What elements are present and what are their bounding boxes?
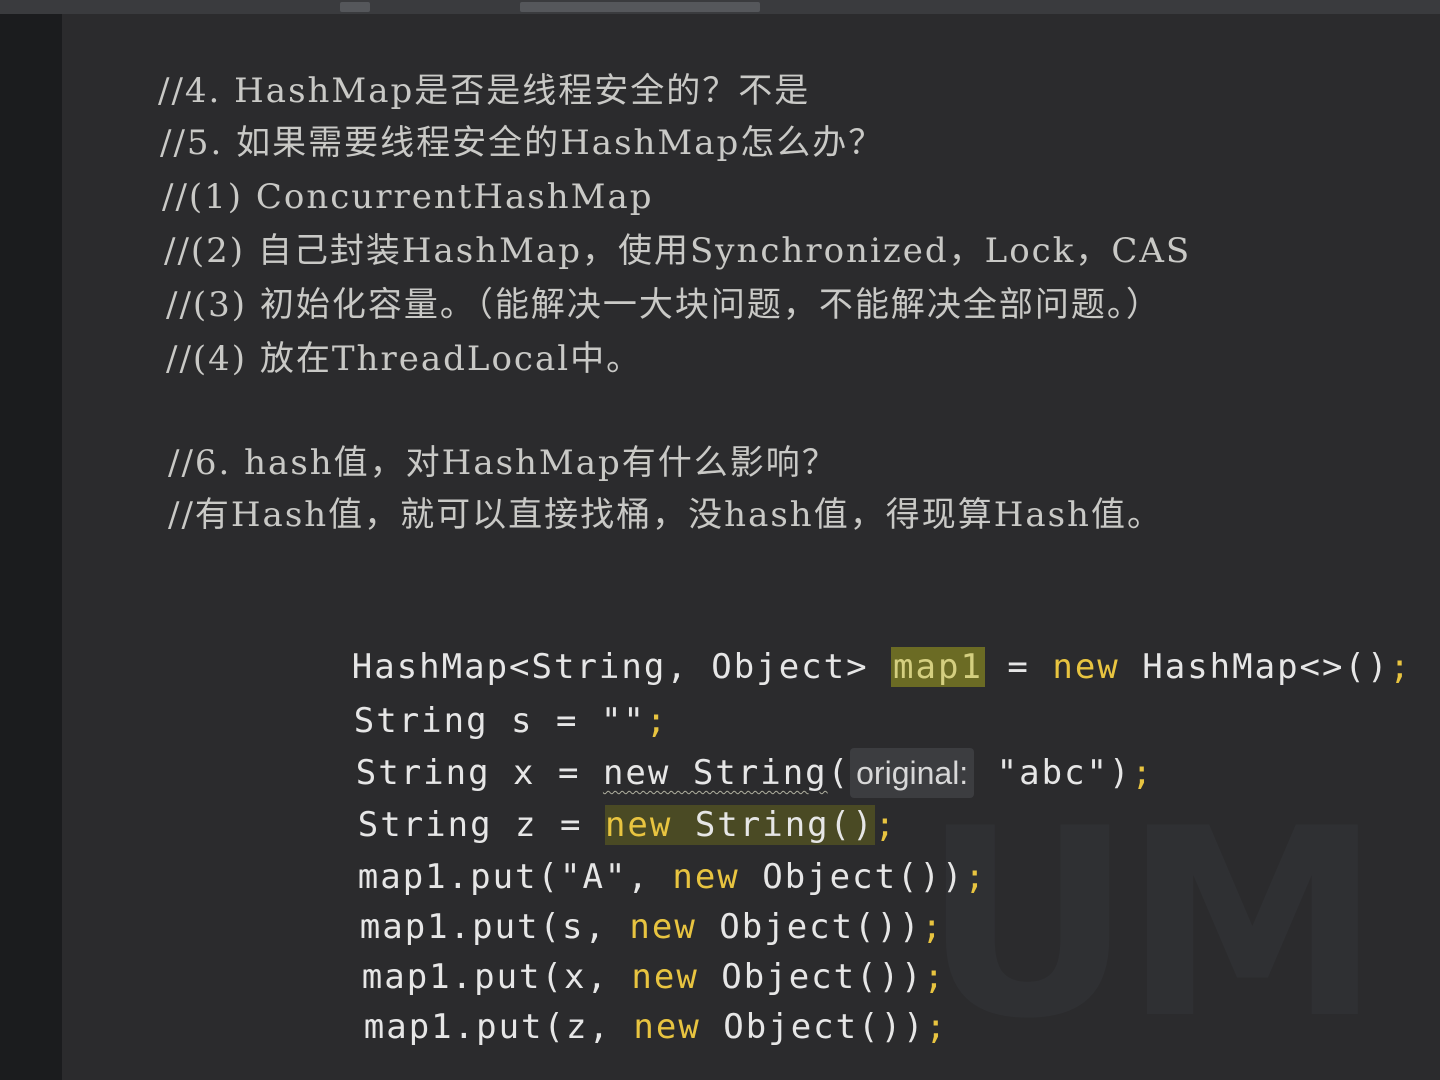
ide-screen: UM //4. HashMap是否是线程安全的？不是 //5. 如果需要线程安全… bbox=[0, 0, 1440, 1080]
code-token: = bbox=[984, 647, 1053, 687]
comment-line: //6. hash值，对HashMap有什么影响？ bbox=[168, 443, 838, 483]
highlighted-variable[interactable]: map1 bbox=[891, 647, 985, 687]
code-token: HashMap<>() bbox=[1119, 647, 1390, 687]
comment-line: //(2) 自己封装HashMap，使用Synchronized，Lock，CA… bbox=[164, 231, 1192, 271]
keyword: new bbox=[1052, 647, 1120, 687]
background-logo: UM bbox=[922, 774, 1382, 1076]
comment-line: //(4) 放在ThreadLocal中。 bbox=[166, 339, 643, 379]
comment-line: //(1) ConcurrentHashMap bbox=[162, 177, 654, 217]
keyword: new bbox=[633, 1007, 701, 1047]
code-token: Object()) bbox=[700, 1007, 926, 1047]
code-line: map1.put(z, new Object()); bbox=[184, 952, 948, 1047]
code-line: map1.put(s, new Object()); bbox=[180, 852, 944, 947]
string-literal: "abc") bbox=[974, 753, 1132, 793]
code-line: map1.put(x, new Object()); bbox=[182, 902, 946, 997]
comment-line: //有Hash值，就可以直接找桶，没hash值，得现算Hash值。 bbox=[168, 495, 1163, 535]
code-area[interactable]: //4. HashMap是否是线程安全的？不是 //5. 如果需要线程安全的Ha… bbox=[62, 14, 1410, 1047]
code-line: String x = new String(original: "abc"); bbox=[176, 698, 1154, 798]
comment-line: //(3) 初始化容量。（能解决一大块问题，不能解决全部问题。） bbox=[166, 285, 1162, 325]
line-gutter bbox=[0, 14, 62, 1080]
comment-line: //4. HashMap是否是线程安全的？不是 bbox=[158, 71, 811, 111]
code-line: HashMap<String, Object> map1 = new HashM… bbox=[172, 592, 1412, 687]
code-token: map1.put(z, bbox=[363, 1007, 634, 1047]
code-line: String z = new String(); bbox=[178, 750, 897, 845]
semicolon: ; bbox=[964, 857, 987, 897]
editor-tab-strip bbox=[0, 0, 1440, 15]
comment-line: //5. 如果需要线程安全的HashMap怎么办？ bbox=[160, 123, 885, 163]
code-editor[interactable]: UM //4. HashMap是否是线程安全的？不是 //5. 如果需要线程安全… bbox=[62, 14, 1440, 1080]
tab[interactable] bbox=[520, 2, 760, 12]
semicolon: ; bbox=[1389, 647, 1412, 687]
semicolon: ; bbox=[925, 1007, 949, 1047]
code-line: map1.put("A", new Object()); bbox=[178, 802, 987, 897]
code-line: String s = ""; bbox=[174, 646, 668, 741]
tab[interactable] bbox=[340, 2, 370, 12]
semicolon: ; bbox=[1131, 753, 1154, 793]
